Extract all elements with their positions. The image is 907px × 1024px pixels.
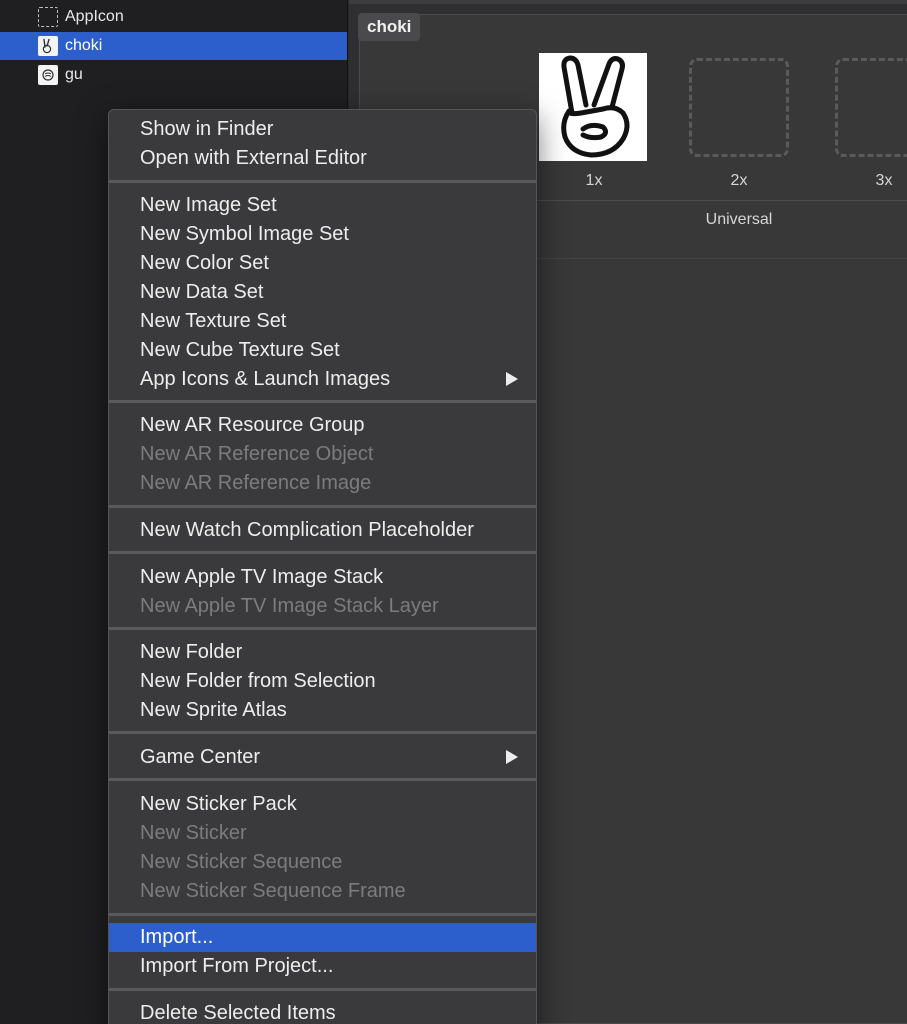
idiom-label-universal: Universal <box>705 211 773 228</box>
menu-new-sticker-pack[interactable]: New Sticker Pack <box>109 790 536 819</box>
asset-row-choki[interactable]: choki <box>0 32 347 60</box>
scale-label-1x: 1x <box>585 172 603 189</box>
asset-label: gu <box>65 66 83 83</box>
menu-new-ar-resource-group[interactable]: New AR Resource Group <box>109 411 536 440</box>
submenu-arrow-icon <box>506 750 518 764</box>
asset-label: choki <box>65 37 103 54</box>
menu-new-sticker-sequence: New Sticker Sequence <box>140 851 343 873</box>
menu-new-ar-reference-object: New AR Reference Object <box>140 443 374 465</box>
scale-label-2x: 2x <box>730 172 748 189</box>
slot-3x-empty[interactable] <box>835 58 907 157</box>
menu-item-label: App Icons & Launch Images <box>140 368 391 390</box>
menu-new-color-set[interactable]: New Color Set <box>109 249 536 278</box>
menu-new-folder[interactable]: New Folder <box>109 638 536 667</box>
menu-new-texture-set[interactable]: New Texture Set <box>109 307 536 336</box>
menu-separator <box>109 180 536 183</box>
menu-app-icons-launch-images[interactable]: App Icons & Launch Images <box>109 365 536 394</box>
menu-item-label: Game Center <box>140 746 261 768</box>
menu-new-cube-texture-set[interactable]: New Cube Texture Set <box>109 336 536 365</box>
menu-new-ar-reference-image: New AR Reference Image <box>140 472 372 494</box>
scale-label-3x: 3x <box>875 172 893 189</box>
context-menu: Show in Finder Open with External Editor… <box>108 109 537 1024</box>
menu-game-center[interactable]: Game Center <box>109 743 536 772</box>
menu-separator <box>109 505 536 508</box>
menu-new-sticker: New Sticker <box>140 822 247 844</box>
asset-label: AppIcon <box>65 8 124 25</box>
menu-new-symbol-image-set[interactable]: New Symbol Image Set <box>109 220 536 249</box>
menu-import-from-project[interactable]: Import From Project... <box>109 952 536 981</box>
menu-new-apple-tv-image-stack-layer: New Apple TV Image Stack Layer <box>140 595 439 617</box>
menu-import[interactable]: Import... <box>109 923 536 952</box>
peace-hand-icon <box>38 36 58 56</box>
menu-separator <box>109 400 536 403</box>
asset-row-appicon[interactable]: AppIcon <box>0 3 347 31</box>
menu-new-sprite-atlas[interactable]: New Sprite Atlas <box>109 696 536 725</box>
menu-separator <box>109 988 536 991</box>
appicon-placeholder-icon <box>38 7 58 27</box>
submenu-arrow-icon <box>506 372 518 386</box>
peace-hand-icon <box>561 55 630 158</box>
menu-separator <box>109 913 536 916</box>
menu-separator <box>109 627 536 630</box>
menu-show-in-finder[interactable]: Show in Finder <box>109 115 536 144</box>
menu-new-image-set[interactable]: New Image Set <box>109 191 536 220</box>
menu-separator <box>109 731 536 734</box>
menu-open-external-editor[interactable]: Open with External Editor <box>109 144 536 173</box>
menu-new-watch-complication[interactable]: New Watch Complication Placeholder <box>109 516 536 545</box>
fist-hand-icon <box>38 65 58 85</box>
image-set-title[interactable]: choki <box>358 13 421 41</box>
menu-new-data-set[interactable]: New Data Set <box>109 278 536 307</box>
slot-2x-empty[interactable] <box>689 58 789 157</box>
asset-row-gu[interactable]: gu <box>0 61 347 89</box>
menu-new-folder-from-selection[interactable]: New Folder from Selection <box>109 667 536 696</box>
slot-1x-image[interactable] <box>539 53 647 161</box>
menu-separator <box>109 551 536 554</box>
menu-separator <box>109 778 536 781</box>
menu-new-apple-tv-image-stack[interactable]: New Apple TV Image Stack <box>109 563 536 592</box>
menu-delete-selected-items[interactable]: Delete Selected Items <box>109 999 536 1024</box>
menu-new-sticker-sequence-frame: New Sticker Sequence Frame <box>140 880 406 902</box>
